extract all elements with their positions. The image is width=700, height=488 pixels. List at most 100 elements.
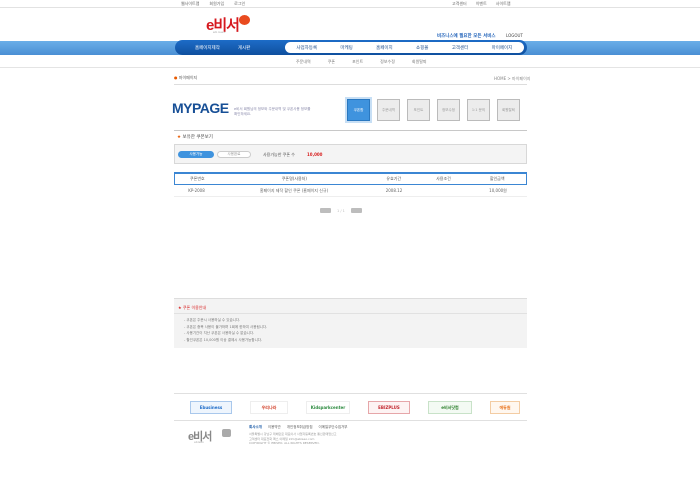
column-header: 유효기간 bbox=[386, 176, 402, 181]
menu-label: 포인트 bbox=[413, 108, 424, 112]
nav-left-group: 홈페이지제작 게시판 bbox=[175, 45, 285, 51]
page-location: ● 마이페이지 bbox=[174, 75, 197, 81]
top-link[interactable]: 이벤트 bbox=[476, 1, 487, 7]
notice-title-label: 쿠폰 이용안내 bbox=[182, 305, 207, 310]
column-header: 쿠폰번호 bbox=[190, 176, 205, 181]
partner-banner[interactable]: 에듀원 bbox=[490, 401, 520, 414]
logout-link[interactable]: LOGOUT bbox=[506, 33, 523, 38]
top-links-left: 웹사이트맵 회원가입 로그인 bbox=[181, 1, 245, 7]
partner-banners: Ebusiness 우리나라 Kidsparkcenter EBIZPLUS e… bbox=[190, 401, 520, 414]
logo-subtext: ebiseo bbox=[213, 30, 226, 34]
table-cell: KP-2008 bbox=[188, 188, 205, 193]
subnav-item[interactable]: 포인트 bbox=[352, 59, 363, 65]
footer-links: 회사소개 이용약관 개인정보취급방침 이메일무단수집거부 bbox=[249, 425, 348, 430]
mypage-menu-inquiry[interactable]: 1:1 문의 bbox=[467, 99, 490, 121]
nav-item[interactable]: 홈페이지 bbox=[376, 45, 393, 51]
mypage-menu-coupon[interactable]: 쿠폰함 bbox=[347, 99, 370, 121]
footer-logo-subtext: ebiseo bbox=[194, 440, 204, 444]
top-link[interactable]: 회원가입 bbox=[209, 1, 224, 7]
table-row[interactable]: KP-2008 홈페이지 제작 할인 쿠폰 (홈페이지 신규) 2008.12 … bbox=[174, 185, 527, 197]
partner-banner[interactable]: Ebusiness bbox=[190, 401, 232, 414]
logo-badge-icon bbox=[239, 15, 250, 25]
star-icon: ★ bbox=[177, 135, 182, 140]
page-indicator: 1 / 1 bbox=[337, 208, 345, 213]
sub-nav: 주문내역 쿠폰 포인트 정보수정 회원탈퇴 bbox=[296, 59, 427, 65]
pagination: 1 / 1 bbox=[320, 208, 362, 213]
column-header: 사용조건 bbox=[436, 176, 451, 181]
partner-banner[interactable]: EBIZPLUS bbox=[368, 401, 410, 414]
menu-label: 쿠폰함 bbox=[353, 108, 364, 112]
notice-item: - 할인쿠폰은 10,000원 이상 결제시 사용가능합니다. bbox=[184, 337, 263, 342]
tab-used[interactable]: 사용완료 bbox=[217, 151, 251, 158]
nav-item[interactable]: 사업자등록 bbox=[296, 45, 317, 51]
footer-logo: e비서 ebiseo bbox=[188, 428, 234, 444]
coupon-count-label: 사용가능한 쿠폰 수 bbox=[263, 152, 295, 157]
table-cell: 2008.12 bbox=[385, 188, 403, 193]
top-links-right: 고객센터 이벤트 사이트맵 bbox=[452, 1, 511, 7]
subnav-item[interactable]: 정보수정 bbox=[380, 59, 395, 65]
divider bbox=[174, 130, 527, 131]
notice-title: ★ 쿠폰 이용안내 bbox=[178, 305, 206, 311]
menu-label: 회원탈퇴 bbox=[502, 108, 515, 112]
menu-label: 정보수정 bbox=[442, 108, 455, 112]
notice-box: ★ 쿠폰 이용안내 - 쿠폰은 주문시 사용하실 수 있습니다. - 쿠폰은 중… bbox=[174, 298, 527, 348]
page-title: MYPAGE bbox=[172, 100, 229, 116]
star-icon: ★ bbox=[178, 305, 182, 310]
top-link[interactable]: 로그인 bbox=[234, 1, 245, 7]
tab-available[interactable]: 사용가능 bbox=[178, 151, 214, 158]
nav-item[interactable]: 고객센터 bbox=[452, 45, 469, 51]
nav-item[interactable]: 마케팅 bbox=[340, 45, 352, 51]
subnav-item[interactable]: 쿠폰 bbox=[328, 59, 335, 65]
column-header: 쿠폰명(사용처) bbox=[281, 176, 307, 181]
column-header: 할인금액 bbox=[489, 176, 505, 181]
footer-link[interactable]: 이메일무단수집거부 bbox=[319, 425, 348, 430]
divider bbox=[0, 67, 700, 68]
page-location-label: 마이페이지 bbox=[178, 75, 198, 80]
page-description: e비서 회원님의 정보와 주문내역 및 쿠폰사용 정보를 확인하세요. bbox=[234, 107, 311, 116]
divider bbox=[174, 313, 527, 314]
partner-banner[interactable]: Kidsparkcenter bbox=[306, 401, 350, 414]
section-title: ★ 보유한 쿠폰보기 bbox=[177, 134, 213, 140]
section-title-label: 보유한 쿠폰보기 bbox=[182, 135, 213, 140]
top-link[interactable]: 고객센터 bbox=[452, 1, 467, 7]
table-header: 쿠폰번호 쿠폰명(사용처) 유효기간 사용조건 할인금액 bbox=[174, 172, 527, 185]
subnav-item[interactable]: 주문내역 bbox=[296, 59, 311, 65]
table-cell: 홈페이지 제작 할인 쿠폰 (홈페이지 신규) bbox=[259, 187, 329, 193]
mypage-menu-orders[interactable]: 주문내역 bbox=[377, 99, 400, 121]
coupon-filter-box: 사용가능 사용완료 사용가능한 쿠폰 수 10,000 bbox=[174, 144, 527, 164]
divider bbox=[174, 420, 527, 421]
footer-link[interactable]: 이용약관 bbox=[268, 425, 281, 430]
footer-link[interactable]: 회사소개 bbox=[249, 425, 262, 430]
divider bbox=[174, 393, 527, 394]
footer-info-line: COPYRIGHT © EBISEO. ALL RIGHTS RESERVED. bbox=[249, 441, 320, 445]
menu-label: 주문내역 bbox=[382, 108, 395, 112]
logo-badge-icon bbox=[222, 429, 231, 437]
main-nav: 홈페이지제작 게시판 사업자등록 마케팅 홈페이지 쇼핑몰 고객센터 마이페이지 bbox=[175, 40, 527, 55]
top-link[interactable]: 사이트맵 bbox=[496, 1, 511, 7]
mypage-menu-edit[interactable]: 정보수정 bbox=[437, 99, 460, 121]
menu-label: 1:1 문의 bbox=[471, 108, 486, 112]
nav-item[interactable]: 마이페이지 bbox=[492, 45, 513, 51]
footer-link[interactable]: 개인정보취급방침 bbox=[287, 425, 313, 430]
nav-item[interactable]: 홈페이지제작 bbox=[195, 45, 220, 51]
coupon-table: 쿠폰번호 쿠폰명(사용처) 유효기간 사용조건 할인금액 KP-2008 홈페이… bbox=[174, 172, 527, 197]
partner-banner[interactable]: e비서닷컴 bbox=[428, 401, 472, 414]
header-slogan: 비즈니스에 필요한 모든 서비스 bbox=[437, 34, 496, 39]
divider bbox=[174, 84, 527, 85]
subnav-item[interactable]: 회원탈퇴 bbox=[412, 59, 427, 65]
nav-item[interactable]: 쇼핑몰 bbox=[416, 45, 428, 51]
notice-list: - 쿠폰은 주문시 사용하실 수 있습니다. - 쿠폰은 중복 사용이 불가하며… bbox=[184, 317, 267, 343]
site-logo[interactable]: e비서 ebiseo bbox=[206, 14, 252, 34]
breadcrumb: HOME > 마이페이지 bbox=[494, 76, 531, 81]
next-page-button[interactable] bbox=[350, 208, 362, 213]
nav-item[interactable]: 게시판 bbox=[238, 45, 250, 51]
mypage-menu-points[interactable]: 포인트 bbox=[407, 99, 430, 121]
prev-page-button[interactable] bbox=[320, 208, 331, 213]
bullet-icon: ● bbox=[174, 75, 178, 80]
table-cell: 10,000원 bbox=[489, 187, 507, 193]
top-link[interactable]: 웹사이트맵 bbox=[181, 1, 199, 7]
partner-banner[interactable]: 우리나라 bbox=[250, 401, 288, 414]
top-utility-bar: 웹사이트맵 회원가입 로그인 고객센터 이벤트 사이트맵 bbox=[0, 0, 700, 8]
footer-info: 서울특별시 강남구 테헤란로 대표이사 사업자등록번호 통신판매업신고 고객센터… bbox=[249, 432, 549, 446]
mypage-menu-withdraw[interactable]: 회원탈퇴 bbox=[497, 99, 520, 121]
